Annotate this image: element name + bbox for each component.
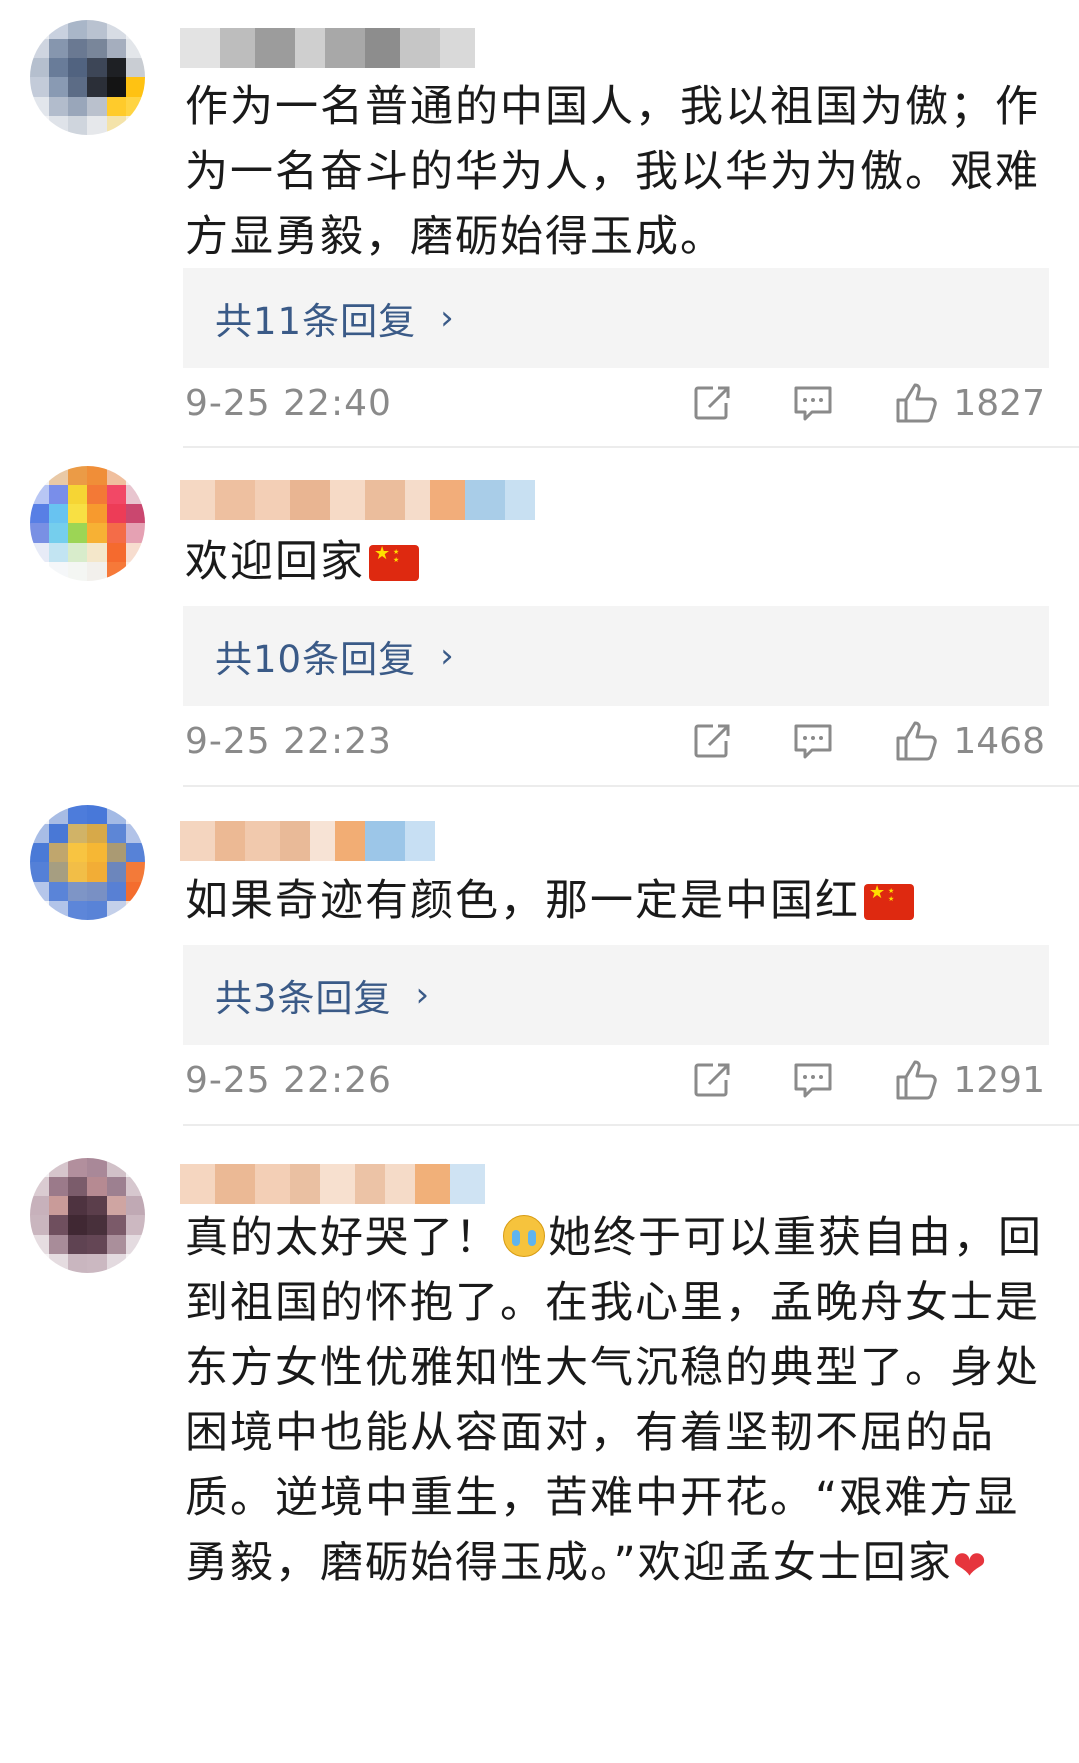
- thumbs-up-icon[interactable]: [895, 1059, 939, 1101]
- chevron-right-icon: ›: [415, 975, 431, 1015]
- comment-text: 欢迎回家: [185, 530, 1045, 595]
- username-blurred[interactable]: [180, 1164, 485, 1204]
- share-icon[interactable]: [689, 1062, 737, 1098]
- comment-text-body: 欢迎回家: [185, 537, 365, 587]
- username-blurred[interactable]: [180, 28, 475, 68]
- view-replies-link[interactable]: 共3条回复 ›: [183, 945, 1049, 1045]
- comment-icon[interactable]: [789, 384, 837, 422]
- like-count: 1827: [953, 382, 1045, 424]
- china-flag-emoji: [369, 545, 419, 581]
- comment-text: 作为一名普通的中国人，我以祖国为傲；作为一名奋斗的华为人，我以华为为傲。艰难方显…: [185, 82, 1040, 262]
- comment-text: 真的太好哭了！ 她终于可以重获自由，回到祖国的怀抱了。在我心里，孟晚舟女士是东方女…: [185, 1206, 1045, 1599]
- username-blurred[interactable]: [180, 821, 435, 861]
- replies-count-label: 共11条回复: [215, 300, 417, 343]
- like-count: 1291: [953, 1059, 1045, 1101]
- chevron-right-icon: ›: [440, 636, 455, 676]
- view-replies-link[interactable]: 共10条回复 ›: [183, 606, 1049, 706]
- comment-meta: 9-25 22:26 1291: [185, 1055, 1045, 1105]
- red-heart-emoji: ❤: [952, 1543, 989, 1589]
- username-blurred[interactable]: [180, 480, 535, 520]
- comment-icon[interactable]: [789, 1061, 837, 1099]
- divider: [183, 1124, 1079, 1126]
- comment-icon[interactable]: [789, 722, 837, 760]
- comment-timestamp: 9-25 22:40: [185, 382, 392, 424]
- china-flag-emoji: [864, 884, 914, 920]
- like-count: 1468: [953, 720, 1045, 762]
- comment-text-part-1: 真的太好哭了！: [185, 1213, 500, 1263]
- share-icon[interactable]: [689, 385, 737, 421]
- thumbs-up-icon[interactable]: [895, 720, 939, 762]
- comment-meta: 9-25 22:40 1827: [185, 378, 1045, 428]
- comment-text-part-2: 她终于可以重获自由，回到祖国的怀抱了。在我心里，孟晚舟女士是东方女性优雅知性大气…: [185, 1213, 1043, 1588]
- avatar[interactable]: [30, 20, 145, 135]
- view-replies-link[interactable]: 共11条回复 ›: [183, 268, 1049, 368]
- thumbs-up-icon[interactable]: [895, 382, 939, 424]
- avatar[interactable]: [30, 1158, 145, 1273]
- crying-face-emoji: [503, 1215, 545, 1257]
- share-icon[interactable]: [689, 723, 737, 759]
- replies-count-label: 共3条回复: [215, 977, 392, 1020]
- comment-text: 如果奇迹有颜色，那一定是中国红: [185, 869, 1045, 934]
- replies-count-label: 共10条回复: [215, 638, 417, 681]
- avatar[interactable]: [30, 805, 145, 920]
- comment-text-body: 如果奇迹有颜色，那一定是中国红: [185, 876, 860, 926]
- comment-timestamp: 9-25 22:23: [185, 720, 392, 762]
- comment-meta: 9-25 22:23 1468: [185, 716, 1045, 766]
- divider: [183, 446, 1079, 448]
- comment-timestamp: 9-25 22:26: [185, 1059, 392, 1101]
- chevron-right-icon: ›: [440, 298, 455, 338]
- avatar[interactable]: [30, 466, 145, 581]
- divider: [183, 785, 1079, 787]
